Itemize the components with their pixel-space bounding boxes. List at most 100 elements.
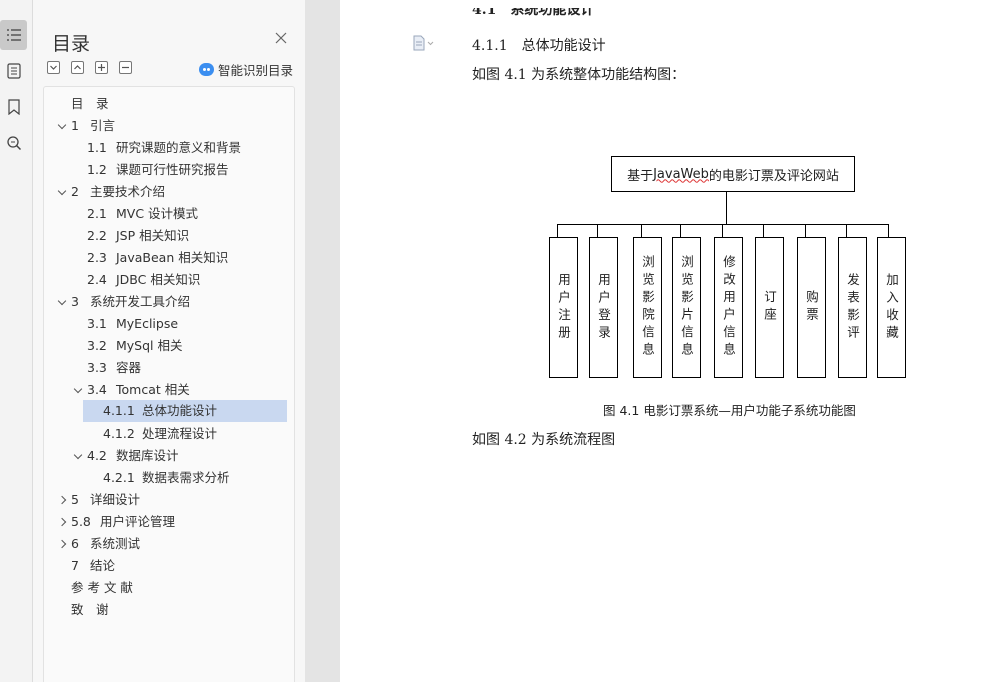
toc-item-label: 引言 (90, 118, 116, 133)
toc-item-number: 4.1.1 (103, 403, 135, 418)
root-label-word: JavaWeb (653, 166, 709, 182)
toc-item[interactable]: 1 引言 (71, 116, 115, 136)
smart-recognize-icon (199, 63, 214, 76)
toc-item-label: 结论 (90, 558, 116, 573)
toc-item[interactable]: 3 系统开发工具介绍 (71, 292, 190, 312)
bookmark-button[interactable] (0, 92, 27, 122)
diagram-leaf-node: 购票 (797, 237, 826, 378)
toc-item[interactable]: 2 主要技术介绍 (71, 182, 165, 202)
toc-item-label: 容器 (116, 360, 142, 375)
toc-item-number: 7 (71, 558, 79, 573)
toc-item[interactable]: 5 详细设计 (71, 490, 140, 510)
toc-item-number: 2.1 (87, 206, 107, 221)
toc-list: 目 录 1 引言 1.1 研究课题的意义和背景 1.2 课题可行性研究报告 2 主要技术… (43, 86, 295, 682)
toc-item-selected[interactable]: 4.1.1 总体功能设计 (83, 400, 287, 422)
toc-item-number: 1 (71, 118, 79, 133)
toc-item[interactable]: 2.4 JDBC 相关知识 (87, 270, 200, 290)
connector-line (557, 224, 889, 225)
find-button[interactable] (0, 128, 27, 158)
toc-item-number: 2.3 (87, 250, 107, 265)
toc-icon (6, 29, 21, 41)
toc-item[interactable]: 4.2 数据库设计 (87, 446, 179, 466)
toc-item-number: 4.1.2 (103, 426, 135, 441)
panel-gutter (305, 0, 340, 682)
toc-item-number: 3.4 (87, 382, 107, 397)
document-page: 4.1 系统功能设计 4.1.1 总体功能设计 如图 4.1 为系统整体功能结构… (340, 0, 1005, 682)
close-button[interactable] (273, 30, 289, 46)
diagram-leaf-node: 加入收藏 (877, 237, 906, 378)
toc-item-label: 系统开发工具介绍 (90, 294, 191, 309)
toc-item-label: 致 谢 (71, 602, 109, 617)
toc-item[interactable]: 6 系统测试 (71, 534, 140, 554)
toc-item[interactable]: 7 结论 (71, 556, 115, 576)
remove-item-button[interactable] (119, 61, 132, 74)
chevron-right-icon[interactable] (59, 512, 69, 532)
toc-item-number: 5 (71, 492, 79, 507)
diagram-leaf-node: 浏览影院信息 (633, 237, 662, 378)
toc-item-label: MVC 设计模式 (116, 206, 199, 221)
expand-all-button[interactable] (71, 61, 84, 74)
chevron-down-icon[interactable] (57, 292, 67, 312)
diagram-root-node: 基于 JavaWeb 的电影订票及评论网站 (611, 156, 855, 192)
chevron-down-icon[interactable] (73, 380, 83, 400)
smart-recognize-button[interactable]: 智能识别目录 (199, 60, 293, 79)
leaf-label: 浏览影片信息 (679, 255, 694, 360)
toc-item[interactable]: 3.4 Tomcat 相关 (87, 380, 190, 400)
page-thumbnails-button[interactable] (0, 56, 27, 86)
toc-title: 目录 (52, 33, 91, 55)
toc-item[interactable]: 2.3 JavaBean 相关知识 (87, 248, 228, 268)
toc-item-label: 课题可行性研究报告 (116, 162, 229, 177)
toc-item[interactable]: 致 谢 (71, 600, 109, 620)
function-structure-diagram: 基于 JavaWeb 的电影订票及评论网站 用户注册 用户登录 浏览影院信息 浏… (340, 0, 1005, 682)
root-label-suffix: 的电影订票及评论网站 (708, 168, 839, 184)
chevron-down-icon[interactable] (57, 182, 67, 202)
toc-item[interactable]: 2.1 MVC 设计模式 (87, 204, 198, 224)
leaf-label: 购票 (804, 290, 819, 325)
connector-line (680, 224, 681, 237)
collapse-all-button[interactable] (47, 61, 60, 74)
toc-item[interactable]: 参 考 文 献 (71, 578, 133, 598)
toc-item[interactable]: 5.8 用户评论管理 (71, 512, 175, 532)
chevron-down-icon[interactable] (73, 446, 83, 466)
toc-item[interactable]: 2.2 JSP 相关知识 (87, 226, 189, 246)
bookmark-icon (7, 99, 20, 115)
diagram-leaf-node: 用户登录 (589, 237, 618, 378)
toc-item-number: 2.4 (87, 272, 107, 287)
toc-item-number: 3.1 (87, 316, 107, 331)
diagram-leaf-node: 用户注册 (549, 237, 578, 378)
toc-item-number: 1.2 (87, 162, 107, 177)
toc-item-number: 3.2 (87, 338, 107, 353)
add-icon (98, 64, 105, 71)
add-item-button[interactable] (95, 61, 108, 74)
toc-item[interactable]: 3.3 容器 (87, 358, 141, 378)
toc-button[interactable] (0, 20, 27, 50)
toc-item-label: 主要技术介绍 (90, 184, 166, 199)
chevron-right-icon[interactable] (59, 534, 69, 554)
toc-item[interactable]: 4.2.1 数据表需求分析 (103, 468, 230, 488)
toc-item-label: JDBC 相关知识 (116, 272, 201, 287)
chevron-down-icon[interactable] (57, 116, 67, 136)
connector-line (846, 224, 847, 237)
toc-item-label: 数据表需求分析 (142, 470, 230, 485)
root-label-prefix: 基于 (627, 168, 654, 184)
diagram-leaf-node: 浏览影片信息 (672, 237, 701, 378)
toc-item[interactable]: 1.1 研究课题的意义和背景 (87, 138, 241, 158)
chevron-right-icon[interactable] (59, 490, 69, 510)
toc-item[interactable]: 4.1.2 处理流程设计 (103, 424, 217, 444)
toc-item[interactable]: 目 录 (71, 94, 109, 114)
connector-line (557, 224, 558, 237)
connector-line (726, 192, 727, 224)
leaf-label: 加入收藏 (884, 272, 899, 343)
collapse-icon (50, 65, 57, 70)
toc-item[interactable]: 3.2 MySql 相关 (87, 336, 183, 356)
toc-item[interactable]: 1.2 课题可行性研究报告 (87, 160, 229, 180)
toc-item-label: JavaBean 相关知识 (116, 250, 229, 265)
toc-item-label: 研究课题的意义和背景 (116, 140, 242, 155)
remove-icon (122, 66, 129, 69)
toc-item[interactable]: 3.1 MyEclipse (87, 314, 178, 334)
toc-controls (47, 61, 132, 74)
toc-item-number: 4.2.1 (103, 470, 135, 485)
toc-item-label: 系统测试 (90, 536, 141, 551)
paragraph: 如图 4.2 为系统流程图 (472, 432, 616, 448)
side-toolbar (0, 0, 33, 682)
